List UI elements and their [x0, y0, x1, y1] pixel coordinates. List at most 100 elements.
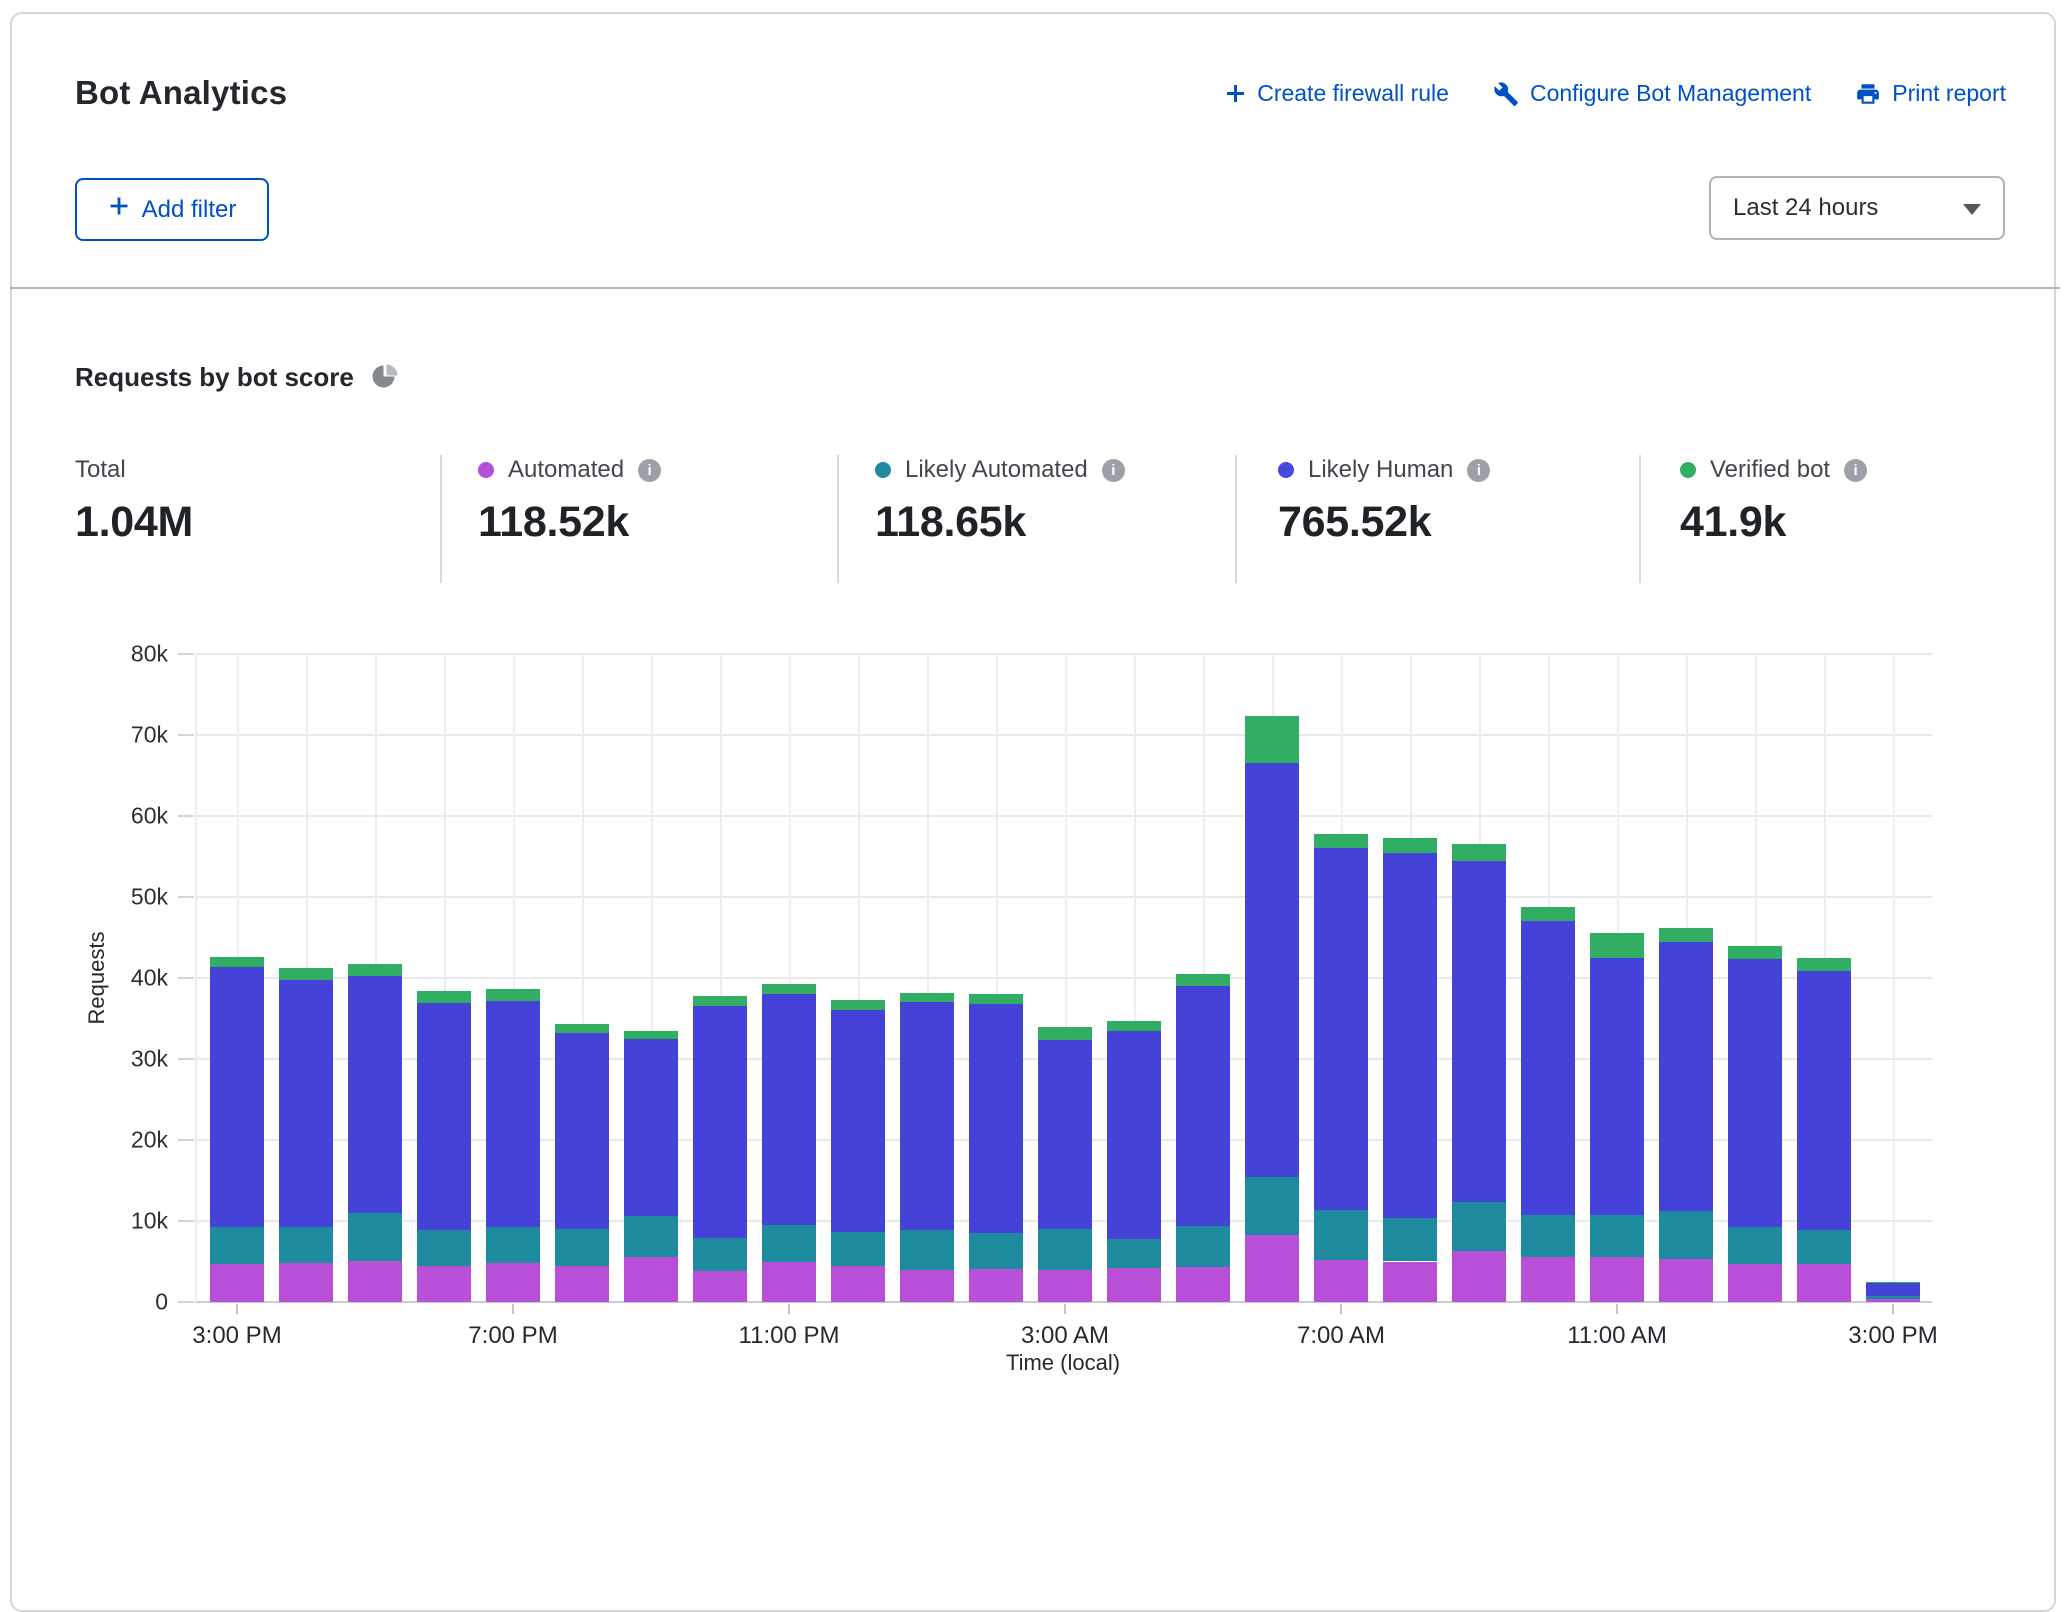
bar-segment-likely-human[interactable] [1176, 986, 1230, 1226]
bar-segment-likely-automated[interactable] [1866, 1296, 1920, 1298]
bar-segment-verified-bot[interactable] [1245, 716, 1299, 763]
bar-segment-automated[interactable] [1314, 1260, 1368, 1302]
bar-segment-verified-bot[interactable] [762, 984, 816, 994]
bar-segment-likely-human[interactable] [1590, 958, 1644, 1216]
bar-segment-likely-human[interactable] [1521, 921, 1575, 1214]
bar-segment-likely-human[interactable] [1452, 861, 1506, 1203]
bar-segment-automated[interactable] [762, 1262, 816, 1302]
bar-segment-verified-bot[interactable] [279, 968, 333, 979]
bar-segment-likely-human[interactable] [210, 967, 264, 1227]
bar-segment-automated[interactable] [1866, 1299, 1920, 1302]
bar-segment-likely-automated[interactable] [1452, 1202, 1506, 1251]
bar-segment-likely-automated[interactable] [900, 1230, 954, 1270]
bar-segment-likely-human[interactable] [1659, 942, 1713, 1211]
bar-segment-automated[interactable] [1590, 1257, 1644, 1302]
bar-segment-likely-automated[interactable] [1245, 1177, 1299, 1235]
bar-segment-likely-automated[interactable] [348, 1213, 402, 1261]
bar-segment-verified-bot[interactable] [969, 994, 1023, 1004]
bar-segment-likely-automated[interactable] [210, 1227, 264, 1263]
bar-segment-verified-bot[interactable] [1659, 928, 1713, 943]
bar-segment-automated[interactable] [555, 1266, 609, 1302]
bar-segment-automated[interactable] [486, 1263, 540, 1302]
bar-segment-likely-automated[interactable] [1107, 1239, 1161, 1268]
bar-segment-likely-automated[interactable] [831, 1232, 885, 1267]
bar-segment-likely-human[interactable] [969, 1004, 1023, 1233]
bar-segment-automated[interactable] [279, 1263, 333, 1302]
bar-segment-verified-bot[interactable] [348, 964, 402, 976]
bar-segment-automated[interactable] [1038, 1270, 1092, 1302]
bar-segment-automated[interactable] [417, 1266, 471, 1302]
bar-segment-likely-human[interactable] [417, 1003, 471, 1230]
bar-segment-likely-human[interactable] [1314, 848, 1368, 1210]
bar-segment-automated[interactable] [1521, 1257, 1575, 1302]
bar-segment-likely-automated[interactable] [417, 1230, 471, 1266]
bar-segment-likely-human[interactable] [1797, 971, 1851, 1230]
bar-segment-automated[interactable] [210, 1264, 264, 1302]
bar-segment-verified-bot[interactable] [1728, 946, 1782, 960]
bar-segment-verified-bot[interactable] [1521, 907, 1575, 922]
bar-segment-likely-human[interactable] [1383, 853, 1437, 1218]
bar-segment-likely-automated[interactable] [762, 1225, 816, 1262]
bar-segment-verified-bot[interactable] [693, 996, 747, 1007]
bar-segment-automated[interactable] [1383, 1262, 1437, 1303]
bar-segment-likely-human[interactable] [1245, 763, 1299, 1177]
bar-segment-likely-human[interactable] [762, 994, 816, 1225]
bar-segment-likely-automated[interactable] [1659, 1211, 1713, 1259]
bar-segment-automated[interactable] [1245, 1235, 1299, 1302]
bar-segment-automated[interactable] [624, 1257, 678, 1302]
bar-segment-verified-bot[interactable] [624, 1031, 678, 1039]
bar-segment-likely-human[interactable] [555, 1033, 609, 1229]
bar-segment-likely-automated[interactable] [279, 1227, 333, 1263]
bar-segment-likely-human[interactable] [693, 1006, 747, 1238]
bar-segment-likely-automated[interactable] [1038, 1229, 1092, 1270]
bar-segment-likely-human[interactable] [1107, 1031, 1161, 1238]
bar-segment-likely-human[interactable] [1866, 1283, 1920, 1297]
bar-segment-verified-bot[interactable] [1590, 933, 1644, 957]
bar-segment-likely-human[interactable] [348, 976, 402, 1213]
bar-segment-likely-human[interactable] [900, 1002, 954, 1230]
bar-segment-automated[interactable] [900, 1270, 954, 1302]
bar-segment-verified-bot[interactable] [1452, 844, 1506, 860]
bar-segment-likely-human[interactable] [1038, 1040, 1092, 1229]
bar-segment-automated[interactable] [1797, 1264, 1851, 1302]
bar-segment-likely-human[interactable] [279, 980, 333, 1228]
bar-segment-automated[interactable] [969, 1269, 1023, 1302]
bar-segment-verified-bot[interactable] [1314, 834, 1368, 849]
bar-segment-verified-bot[interactable] [210, 957, 264, 968]
bar-segment-likely-automated[interactable] [1797, 1230, 1851, 1264]
bar-segment-verified-bot[interactable] [1866, 1282, 1920, 1283]
bar-segment-automated[interactable] [693, 1271, 747, 1302]
bar-segment-verified-bot[interactable] [1107, 1021, 1161, 1032]
bar-segment-verified-bot[interactable] [831, 1000, 885, 1011]
bar-segment-automated[interactable] [1452, 1251, 1506, 1302]
bar-segment-likely-automated[interactable] [1521, 1215, 1575, 1257]
bar-segment-automated[interactable] [831, 1266, 885, 1302]
bar-segment-verified-bot[interactable] [417, 991, 471, 1003]
bar-segment-likely-automated[interactable] [486, 1227, 540, 1263]
bar-segment-likely-automated[interactable] [1314, 1210, 1368, 1259]
bar-segment-likely-automated[interactable] [1383, 1218, 1437, 1262]
bar-segment-verified-bot[interactable] [555, 1024, 609, 1033]
bar-segment-verified-bot[interactable] [1038, 1027, 1092, 1041]
bar-segment-likely-human[interactable] [624, 1039, 678, 1216]
bar-segment-likely-human[interactable] [486, 1001, 540, 1227]
bar-segment-likely-automated[interactable] [1176, 1226, 1230, 1267]
bar-segment-verified-bot[interactable] [1797, 958, 1851, 971]
bar-segment-automated[interactable] [1107, 1268, 1161, 1302]
bar-segment-verified-bot[interactable] [1176, 974, 1230, 986]
bar-segment-automated[interactable] [1659, 1259, 1713, 1302]
bar-segment-automated[interactable] [1176, 1267, 1230, 1302]
bar-segment-likely-automated[interactable] [969, 1233, 1023, 1269]
bar-segment-likely-human[interactable] [831, 1010, 885, 1231]
bar-segment-verified-bot[interactable] [1383, 838, 1437, 853]
bar-segment-automated[interactable] [348, 1261, 402, 1302]
bar-segment-automated[interactable] [1728, 1264, 1782, 1302]
bar-segment-verified-bot[interactable] [486, 989, 540, 1001]
bar-segment-likely-automated[interactable] [1728, 1227, 1782, 1263]
bar-segment-likely-automated[interactable] [693, 1238, 747, 1271]
bar-segment-likely-automated[interactable] [624, 1216, 678, 1257]
bar-segment-likely-human[interactable] [1728, 959, 1782, 1227]
bar-segment-likely-automated[interactable] [555, 1229, 609, 1266]
bar-segment-likely-automated[interactable] [1590, 1215, 1644, 1257]
bar-segment-verified-bot[interactable] [900, 993, 954, 1002]
